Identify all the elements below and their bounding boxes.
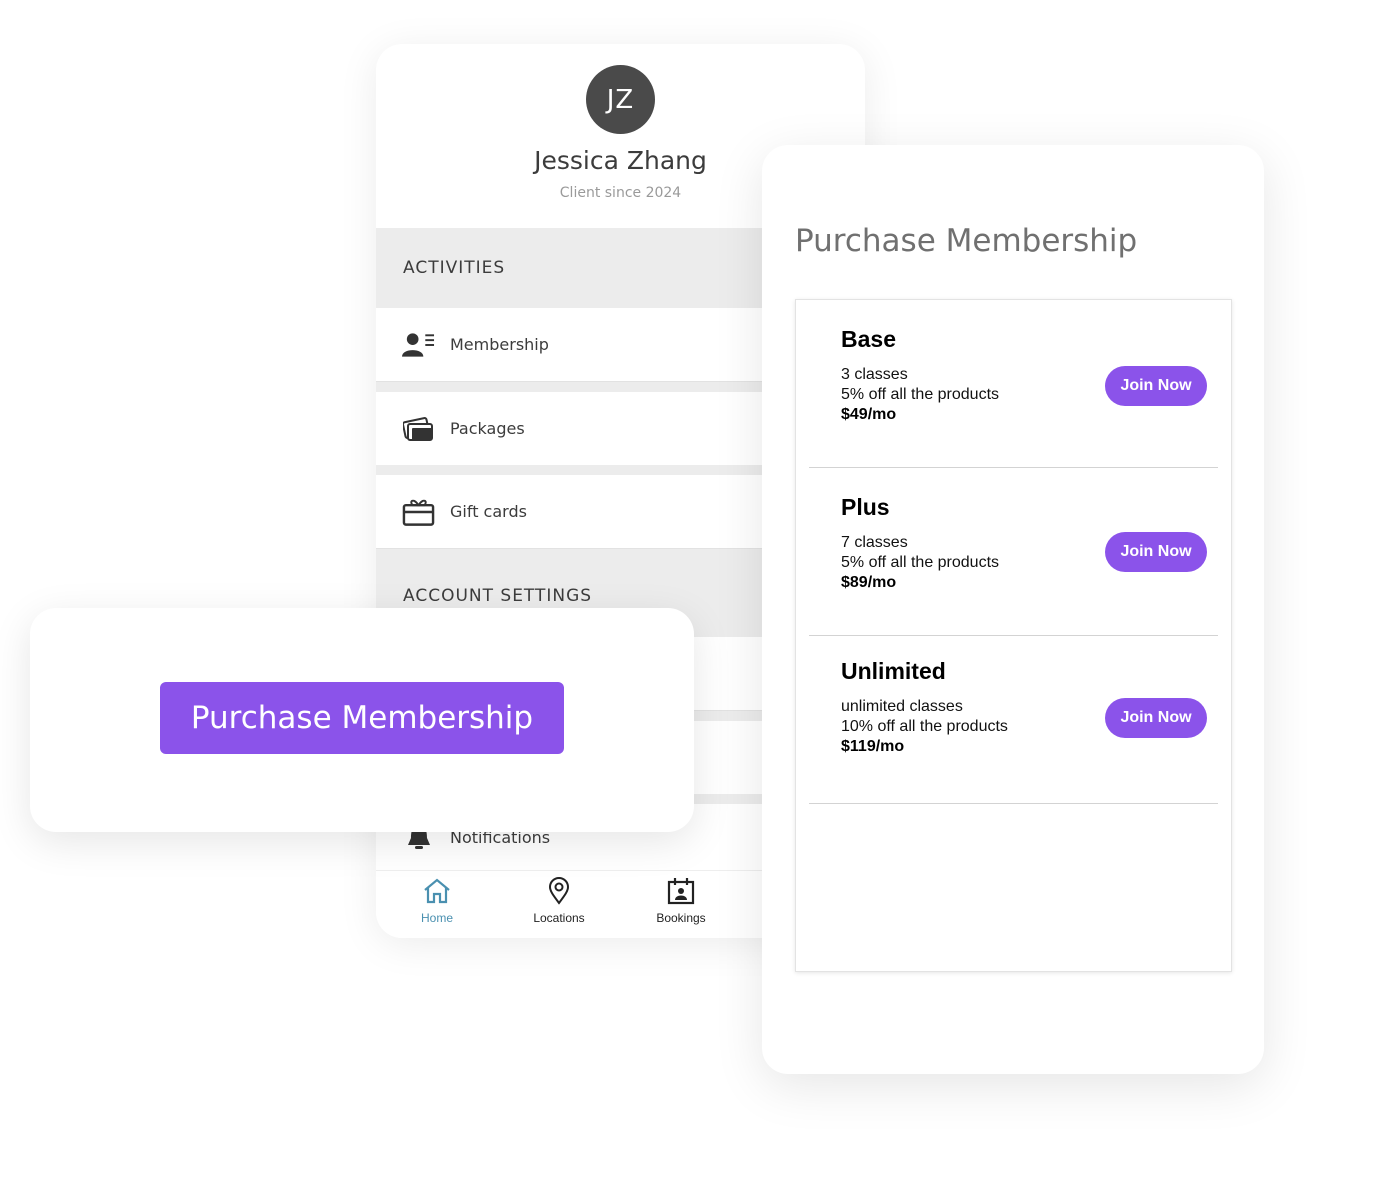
plan-price: $89/mo: [841, 574, 897, 591]
home-icon: [422, 877, 452, 908]
join-now-button[interactable]: Join Now: [1105, 366, 1207, 406]
tab-home[interactable]: Home: [387, 877, 487, 925]
menu-item-label: Packages: [450, 419, 525, 438]
location-pin-icon: [547, 877, 571, 908]
plan-price: $119/mo: [841, 738, 905, 755]
plan-classes: 3 classes: [841, 366, 908, 383]
plan-name: Base: [841, 326, 896, 352]
calendar-icon: [667, 877, 695, 908]
plan-classes: 7 classes: [841, 534, 908, 551]
plan-classes: unlimited classes: [841, 698, 963, 715]
join-now-button[interactable]: Join Now: [1105, 532, 1207, 572]
purchase-cta-card: Purchase Membership: [30, 608, 694, 832]
plan-discount: 5% off all the products: [841, 554, 1000, 571]
menu-item-label: Membership: [450, 335, 549, 354]
purchase-membership-button[interactable]: Purchase Membership: [160, 682, 564, 754]
gift-card-icon: [402, 497, 435, 527]
plan-name: Unlimited: [841, 658, 946, 684]
section-header-label: ACTIVITIES: [403, 258, 506, 278]
avatar-initials: JZ: [606, 84, 635, 115]
plan-price: $49/mo: [841, 406, 897, 423]
avatar[interactable]: JZ: [586, 65, 655, 134]
plan-discount: 10% off all the products: [841, 718, 1008, 735]
membership-card-icon: [402, 330, 435, 360]
menu-item-label: Gift cards: [450, 502, 527, 521]
plan-discount: 5% off all the products: [841, 386, 1000, 403]
tab-locations[interactable]: Locations: [509, 877, 609, 925]
packages-icon: [402, 414, 435, 444]
plans-panel: Base 3 classes 5% off all the products $…: [795, 299, 1232, 972]
tab-bookings[interactable]: Bookings: [631, 877, 731, 925]
join-now-button[interactable]: Join Now: [1105, 698, 1207, 738]
plan-base: Base 3 classes 5% off all the products $…: [809, 300, 1218, 468]
tab-label: Locations: [533, 911, 585, 925]
page-title: Purchase Membership: [795, 223, 1138, 259]
tab-label: Bookings: [656, 911, 706, 925]
membership-screen: Purchase Membership Base 3 classes 5% of…: [762, 145, 1264, 1074]
plan-name: Plus: [841, 494, 890, 520]
section-header-label: ACCOUNT SETTINGS: [403, 586, 593, 606]
tab-label: Home: [420, 911, 453, 925]
plan-plus: Plus 7 classes 5% off all the products $…: [809, 468, 1218, 636]
plan-unlimited: Unlimited unlimited classes 10% off all …: [809, 636, 1218, 804]
